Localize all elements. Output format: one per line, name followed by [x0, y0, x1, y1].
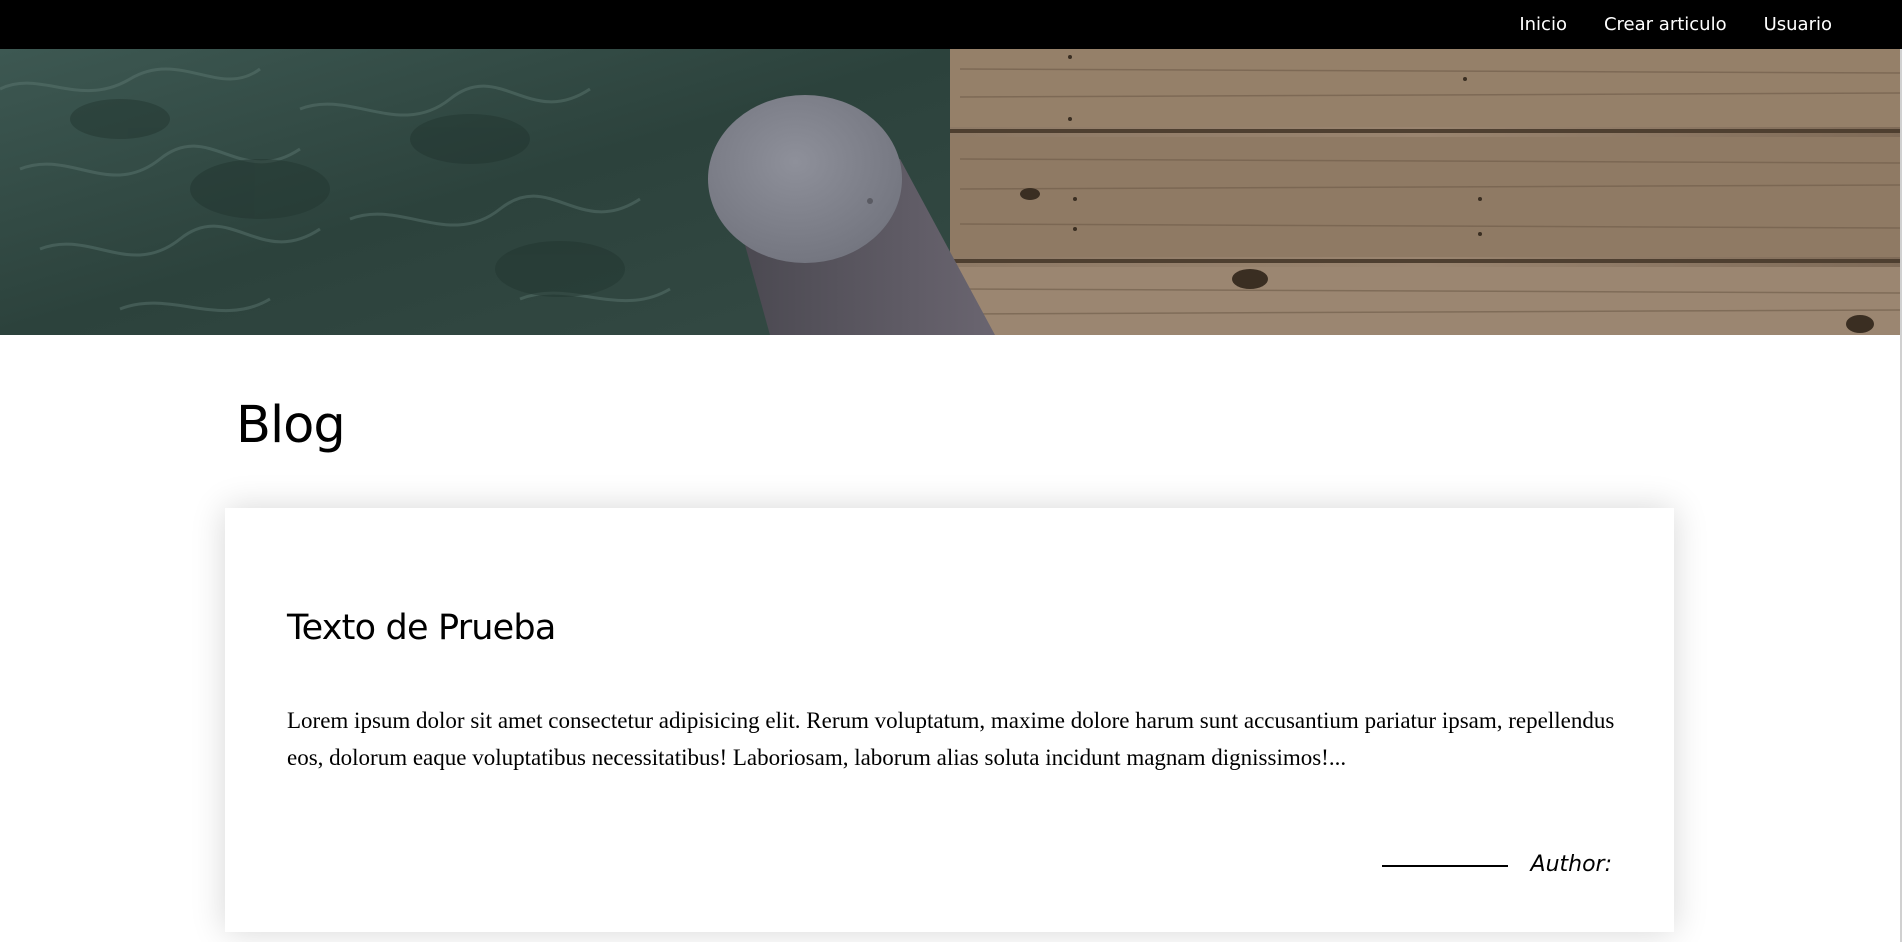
hero-banner-image — [0, 49, 1900, 335]
post-author-label: Author: — [1530, 852, 1612, 877]
top-navbar: Inicio Crear articulo Usuario — [0, 0, 1902, 49]
nav-link-inicio[interactable]: Inicio — [1519, 14, 1567, 35]
nav-link-crear-articulo[interactable]: Crear articulo — [1604, 14, 1727, 35]
page: Inicio Crear articulo Usuario Blog Texto… — [0, 0, 1902, 942]
page-title: Blog — [236, 396, 346, 455]
blog-post-card: Texto de Prueba Lorem ipsum dolor sit am… — [225, 508, 1674, 932]
nav-links: Inicio Crear articulo Usuario — [1482, 0, 1832, 49]
author-divider — [1382, 865, 1508, 867]
post-title[interactable]: Texto de Prueba — [287, 606, 556, 650]
post-excerpt: Lorem ipsum dolor sit amet consectetur a… — [287, 708, 1615, 770]
nav-link-usuario[interactable]: Usuario — [1764, 14, 1832, 35]
